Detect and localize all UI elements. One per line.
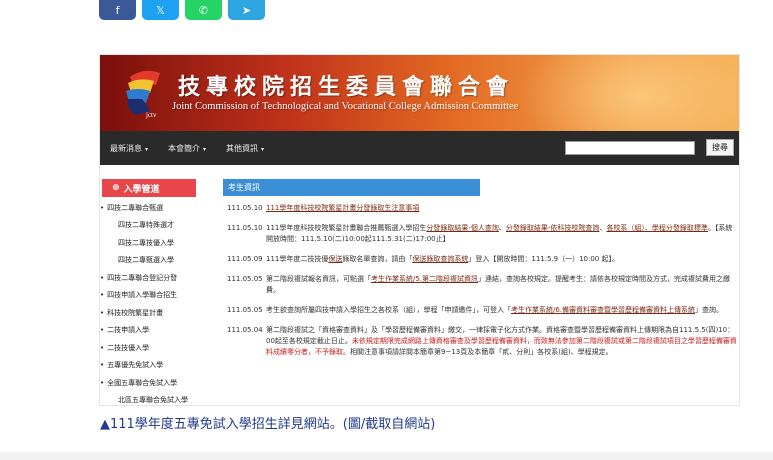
news-date: 111.05.10 (227, 224, 263, 232)
whatsapp-share-button[interactable]: ✆ (185, 0, 222, 20)
news-row: 111.05.04 第二階段複試之「資格審查資料」及「學習歷程備審資料」繳交，一律… (227, 325, 739, 358)
x-share-button[interactable]: 𝕏 (142, 0, 179, 20)
news-segment: 、 (498, 224, 506, 232)
sidebar-item[interactable]: 四技二專技優入學 (100, 234, 205, 252)
news-link[interactable]: 保送錄取查詢系統 (412, 255, 468, 263)
share-buttons: f 𝕏 ✆ ➤ (99, 0, 265, 20)
banner-title-en: Joint Commission of Technological and Vo… (172, 101, 519, 112)
news-date: 111.05.10 (227, 204, 263, 212)
news-link[interactable]: 111學年度科技校院繁星計畫分發錄取生注意事項 (266, 204, 419, 212)
news-segment: 第二階段複試報名資訊，可點選「 (266, 275, 371, 283)
caret-down-icon: ▾ (145, 145, 149, 153)
news-date: 111.05.04 (227, 326, 263, 334)
banner-swirl (519, 55, 739, 131)
sidebar-item[interactable]: 四技二專聯合登記分發 (100, 269, 205, 287)
news-text: 111學年度科技校院繁星計畫聯合推薦甄選入學招生分發錄取結果-個人查詢、分發錄取… (266, 223, 739, 245)
jctv-logo-icon: jctv (126, 70, 160, 119)
whatsapp-icon: ✆ (198, 3, 209, 17)
news-date: 111.05.05 (227, 275, 263, 283)
image-caption: ▲111學年度五專免試入學招生詳見網站。(圖/截取自網站) (100, 417, 436, 432)
sidebar-item[interactable]: 五專優先免試入學 (100, 357, 205, 375)
news-row: 111.05.09 111學年度二技技優保送錄取名單查詢，請由「保送錄取查詢系統」… (227, 254, 739, 265)
news-row: 111.05.05 第二階段複試報名資訊，可點選「考生作業系統/5.第二階段複試資… (227, 274, 739, 296)
facebook-share-button[interactable]: f (99, 0, 136, 20)
telegram-share-button[interactable]: ➤ (228, 0, 265, 20)
news-text: 111學年度科技校院繁星計畫分發錄取生注意事項 (266, 203, 739, 214)
sidebar-item[interactable]: 四技申請入學聯合招生 (100, 287, 205, 305)
page-bottom-divider (0, 452, 773, 460)
news-row: 111.05.10 111學年度科技校院繁星計畫聯合推薦甄選入學招生分發錄取結果-… (227, 223, 739, 245)
news-segment: 相關注意事項請詳閱本簡章第9~13頁及本簡章「貳、分則」各校系(組)、學程規定。 (350, 348, 613, 356)
news-link[interactable]: 分發錄取結果-個人查詢 (426, 224, 499, 232)
news-link[interactable]: 分發錄取結果-依科技校院查詢 (506, 224, 600, 232)
nav-latest-news[interactable]: 最新消息 ▾ (100, 143, 158, 154)
sidebar-item[interactable]: 二技技優入學 (100, 339, 205, 357)
news-list: 111.05.10 111學年度科技校院繁星計畫分發錄取生注意事項 111.05.1… (227, 203, 739, 367)
news-text: 111學年度二技技優保送錄取名單查詢，請由「保送錄取查詢系統」登入【開放時間：1… (266, 254, 739, 265)
news-text: 第二階段複試報名資訊，可點選「考生作業系統/5.第二階段複試資訊」連結，查詢各校… (266, 274, 739, 296)
news-text: 第二階段複試之「資格審查資料」及「學習歷程備審資料」繳交，一律採電子化方式作業。… (266, 325, 739, 358)
section-title: 考生資訊 (223, 179, 480, 196)
caret-down-icon: ▾ (203, 145, 207, 153)
sidebar-item[interactable]: 四技二專特殊選才 (100, 217, 205, 235)
news-segment: 111學年度科技校院繁星計畫聯合推薦甄選入學招生 (266, 224, 427, 232)
news-segment: 錄取名單查詢，請由「 (342, 255, 413, 263)
sidebar-item[interactable]: 四技二專聯合甄選 (100, 199, 205, 217)
banner-title-zh: 技專校院招生委員會聯合會 (178, 74, 515, 100)
news-date: 111.05.05 (227, 306, 263, 314)
site-navbar: 最新消息 ▾ 本會簡介 ▾ 其他資訊 ▾ 搜尋 (100, 131, 739, 165)
news-segment: 」登入【開放時間：111.5.9（一）10:00 起】。 (468, 255, 619, 263)
sidebar-heading: ⊕ 入學管道 (102, 179, 196, 197)
facebook-icon: f (115, 3, 120, 17)
news-link[interactable]: 考生作業系統/6.備審資料審查暨學習歷程備審資料上傳系統 (511, 306, 695, 314)
news-segment: 111學年度二技技優 (266, 255, 329, 263)
news-date: 111.05.09 (227, 255, 263, 263)
website-screenshot: jctv 技專校院招生委員會聯合會 Joint Commission of Te… (99, 54, 740, 406)
sidebar-item[interactable]: 北區五專聯合免試入學 (100, 392, 205, 406)
plus-icon: ⊕ (112, 183, 120, 193)
news-text: 考生欲查詢所屬四技申請入學招生之各校系（組），學程「申請繳件」，可登入「考生作業… (266, 305, 739, 316)
sidebar-item[interactable]: 全國五專聯合免試入學 (100, 374, 205, 392)
nav-other-info[interactable]: 其他資訊 ▾ (216, 143, 274, 154)
site-body: ⊕ 入學管道 四技二專聯合甄選四技二專特殊選才四技二專技優入學四技二專甄選入學四… (100, 165, 739, 406)
news-row: 111.05.05 考生欲查詢所屬四技申請入學招生之各校系（組），學程「申請繳件」… (227, 305, 739, 316)
caret-down-icon: ▾ (261, 145, 265, 153)
site-search-button[interactable]: 搜尋 (706, 139, 734, 156)
x-icon: 𝕏 (156, 3, 165, 17)
news-link[interactable]: 考生作業系統/5.第二階段複試資訊 (371, 275, 478, 283)
logo-text: jctv (145, 111, 157, 119)
site-search-input[interactable] (565, 141, 695, 155)
news-row: 111.05.10 111學年度科技校院繁星計畫分發錄取生注意事項 (227, 203, 739, 214)
sidebar-item[interactable]: 四技二專甄選入學 (100, 252, 205, 270)
news-link[interactable]: 保送 (328, 255, 342, 263)
news-segment: 」查詢。 (695, 306, 724, 314)
sidebar-item[interactable]: 二技申請入學 (100, 322, 205, 340)
sidebar-item[interactable]: 科技校院繁星計畫 (100, 304, 205, 322)
site-banner: jctv 技專校院招生委員會聯合會 Joint Commission of Te… (100, 55, 739, 131)
news-segment: 考生欲查詢所屬四技申請入學招生之各校系（組），學程「申請繳件」，可登入「 (266, 306, 511, 314)
sidebar: ⊕ 入學管道 四技二專聯合甄選四技二專特殊選才四技二專技優入學四技二專甄選入學四… (100, 179, 205, 406)
telegram-icon: ➤ (241, 3, 252, 17)
nav-about[interactable]: 本會簡介 ▾ (158, 143, 216, 154)
news-link[interactable]: 各校系（組）、學程分發錄取標準 (606, 224, 708, 232)
sidebar-list: 四技二專聯合甄選四技二專特殊選才四技二專技優入學四技二專甄選入學四技二專聯合登記… (100, 199, 205, 406)
